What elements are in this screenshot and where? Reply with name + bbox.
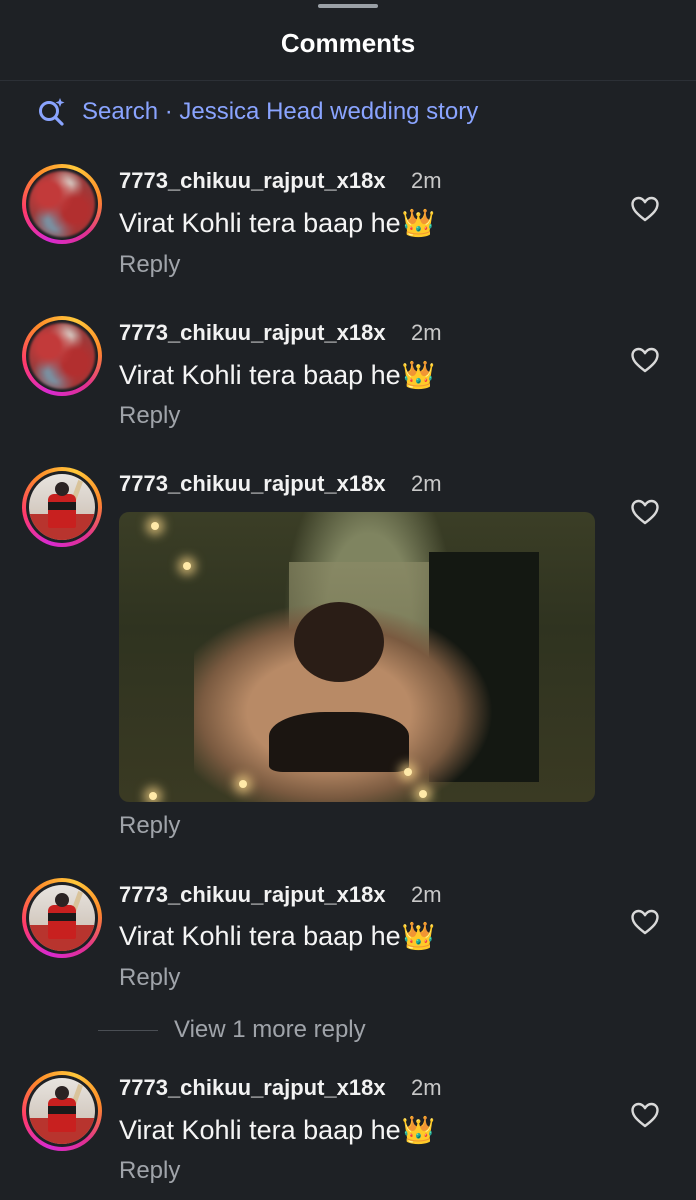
comment-time: 2m xyxy=(411,471,442,496)
comment-time: 2m xyxy=(411,168,442,193)
view-more-replies-button[interactable]: View 1 more reply xyxy=(98,1016,366,1044)
avatar-image xyxy=(29,885,95,951)
sheet-title: Comments xyxy=(280,28,416,58)
avatar[interactable] xyxy=(22,164,102,244)
reply-button[interactable]: Reply xyxy=(119,402,180,430)
heart-outline-icon[interactable] xyxy=(630,346,660,374)
avatar-image xyxy=(29,171,95,237)
comment-text: Virat Kohli tera baap he👑 xyxy=(119,360,436,390)
search-suggestion[interactable]: Search · Jessica Head wedding story xyxy=(36,96,478,128)
view-more-replies-label: View 1 more reply xyxy=(174,1016,366,1043)
heart-outline-icon[interactable] xyxy=(630,195,660,223)
reply-thread-line xyxy=(98,1029,158,1031)
comment-username[interactable]: 7773_chikuu_rajput_x18x xyxy=(119,168,386,194)
comments-sheet: Comments Search · Jessica Head wedding s… xyxy=(0,0,696,1200)
comment-text: Virat Kohli tera baap he👑 xyxy=(119,1115,436,1145)
reply-button[interactable]: Reply xyxy=(119,964,180,992)
gif-attachment[interactable] xyxy=(119,512,595,802)
comment-time: 2m xyxy=(411,1075,442,1100)
crown-emoji: 👑 xyxy=(401,921,436,951)
crown-emoji: 👑 xyxy=(401,360,436,390)
avatar[interactable] xyxy=(22,878,102,958)
search-sparkle-icon xyxy=(36,96,68,128)
heart-outline-icon[interactable] xyxy=(630,908,660,936)
comment-text: Virat Kohli tera baap he👑 xyxy=(119,921,436,951)
heart-outline-icon[interactable] xyxy=(630,498,660,526)
comment-text: Virat Kohli tera baap he👑 xyxy=(119,208,436,238)
reply-button[interactable]: Reply xyxy=(119,1157,180,1185)
comment-username[interactable]: 7773_chikuu_rajput_x18x xyxy=(119,320,386,346)
comment-time: 2m xyxy=(411,882,442,907)
comment-username[interactable]: 7773_chikuu_rajput_x18x xyxy=(119,471,386,497)
comment-username[interactable]: 7773_chikuu_rajput_x18x xyxy=(119,1075,386,1101)
crown-emoji: 👑 xyxy=(401,208,436,238)
search-suggestion-label: Search · Jessica Head wedding story xyxy=(82,98,479,125)
comment-time: 2m xyxy=(411,320,442,345)
avatar[interactable] xyxy=(22,1071,102,1151)
avatar-image xyxy=(29,474,95,540)
reply-button[interactable]: Reply xyxy=(119,251,180,279)
reply-button[interactable]: Reply xyxy=(119,812,180,840)
crown-emoji: 👑 xyxy=(401,1115,436,1145)
avatar[interactable] xyxy=(22,467,102,547)
comment-username[interactable]: 7773_chikuu_rajput_x18x xyxy=(119,882,386,908)
avatar[interactable] xyxy=(22,316,102,396)
header-divider xyxy=(0,80,696,81)
avatar-image xyxy=(29,323,95,389)
avatar-image xyxy=(29,1078,95,1144)
heart-outline-icon[interactable] xyxy=(630,1101,660,1129)
drag-handle[interactable] xyxy=(318,4,378,8)
